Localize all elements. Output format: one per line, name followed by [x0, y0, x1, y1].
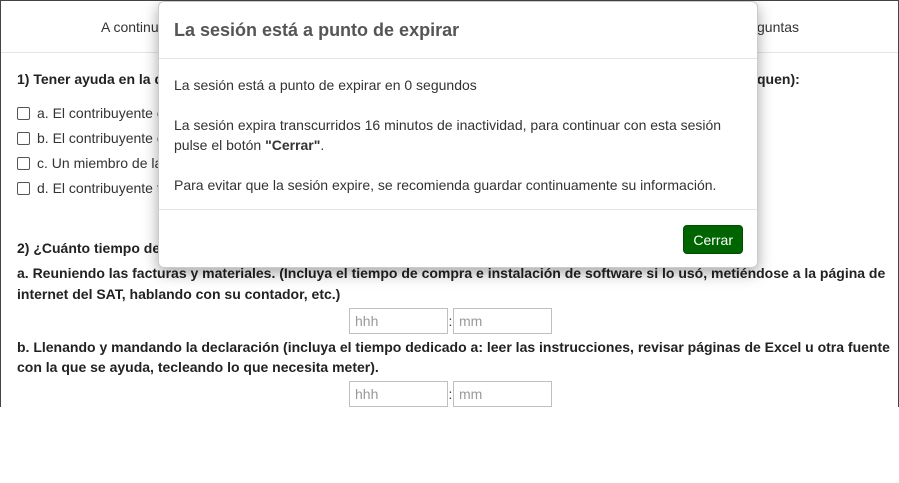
option-c-label: c. Un miembro de la — [37, 155, 163, 171]
modal-title: La sesión está a punto de expirar — [174, 20, 460, 40]
option-a[interactable]: a. El contribuyente c — [17, 104, 164, 122]
session-expiry-modal: La sesión está a punto de expirar La ses… — [158, 1, 758, 268]
checkbox-d[interactable] — [17, 181, 30, 195]
modal-save-advice-text: Para evitar que la sesión expire, se rec… — [174, 177, 717, 193]
modal-body: La sesión está a punto de expirar en 0 s… — [159, 59, 757, 195]
option-b-label: b. El contribuyente c — [37, 130, 164, 146]
question-2-title: 2) ¿Cuánto tiempo dec — [17, 240, 168, 256]
header-right-text: guntas — [757, 19, 800, 35]
modal-header: La sesión está a punto de expirar — [159, 2, 757, 59]
modal-countdown-text: La sesión está a punto de expirar en 0 s… — [174, 77, 477, 93]
hours-input-2a[interactable] — [349, 308, 448, 334]
question-2b-line2: con la que se ayuda, tecleando lo que ne… — [17, 359, 379, 375]
modal-footer: Cerrar — [159, 209, 757, 267]
question-2b-line1: b. Llenando y mandando la declaración (i… — [17, 339, 890, 355]
time-row-2a: : — [349, 308, 552, 334]
option-d[interactable]: d. El contribuyente t — [17, 179, 161, 197]
checkbox-b[interactable] — [17, 131, 30, 145]
option-b[interactable]: b. El contribuyente c — [17, 129, 164, 147]
checkbox-a[interactable] — [17, 106, 30, 120]
hours-input-2b[interactable] — [349, 381, 448, 407]
question-2a-line2: internet del SAT, hablando con su contad… — [17, 286, 341, 302]
close-button[interactable]: Cerrar — [683, 225, 743, 254]
minutes-input-2b[interactable] — [453, 381, 552, 407]
checkbox-c[interactable] — [17, 156, 30, 170]
option-a-label: a. El contribuyente c — [37, 105, 164, 121]
option-d-label: d. El contribuyente t — [37, 180, 161, 196]
modal-inactivity-post: . — [320, 137, 325, 153]
modal-inactivity-pre: La sesión expira transcurridos 16 minuto… — [174, 117, 722, 153]
modal-inactivity-text: La sesión expira transcurridos 16 minuto… — [174, 115, 742, 155]
time-row-2b: : — [349, 381, 552, 407]
question-1-title: 1) Tener ayuda en la d — [17, 71, 164, 87]
question-1-title-tail: quen): — [757, 71, 800, 87]
option-c[interactable]: c. Un miembro de la — [17, 154, 162, 172]
modal-inactivity-bold: "Cerrar" — [265, 137, 321, 153]
minutes-input-2a[interactable] — [453, 308, 552, 334]
